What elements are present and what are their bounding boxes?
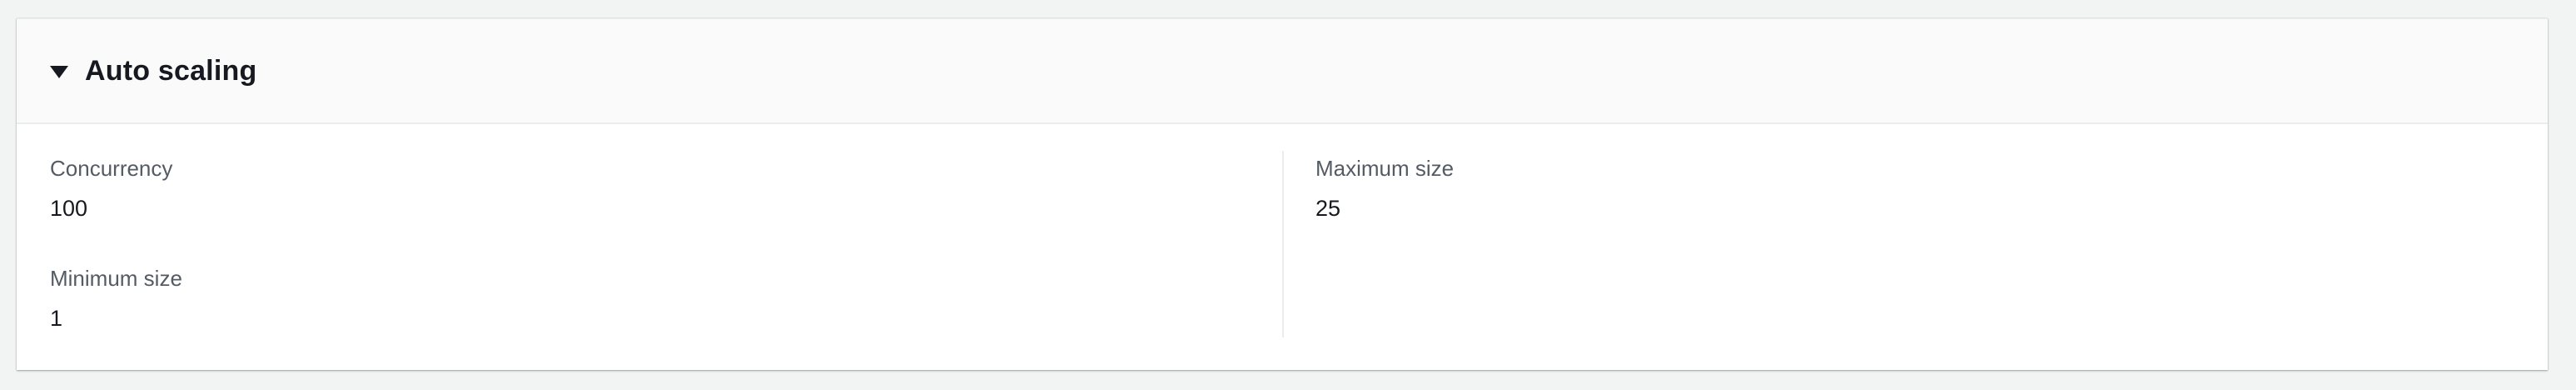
auto-scaling-panel-header[interactable]: Auto scaling [17, 19, 2548, 124]
minimum-size-label: Minimum size [50, 266, 182, 291]
maximum-size-field: Maximum size 25 [1315, 154, 1454, 222]
auto-scaling-panel: Auto scaling Concurrency 100 Minimum siz… [17, 18, 2548, 370]
concurrency-value: 100 [50, 196, 88, 221]
minimum-size-value: 1 [50, 306, 63, 331]
column-divider [1282, 151, 1284, 338]
concurrency-label: Concurrency [50, 156, 173, 181]
panel-title: Auto scaling [85, 54, 257, 87]
concurrency-field: Concurrency 100 [50, 154, 172, 222]
right-column: Maximum size 25 [1315, 124, 2514, 369]
minimum-size-field: Minimum size 1 [50, 264, 182, 332]
left-column: Concurrency 100 Minimum size 1 [50, 124, 1282, 369]
maximum-size-label: Maximum size [1315, 156, 1455, 181]
maximum-size-value: 25 [1315, 196, 1341, 221]
panel-body: Concurrency 100 Minimum size 1 Maximum s… [17, 124, 2548, 369]
caret-down-icon[interactable] [50, 65, 68, 78]
